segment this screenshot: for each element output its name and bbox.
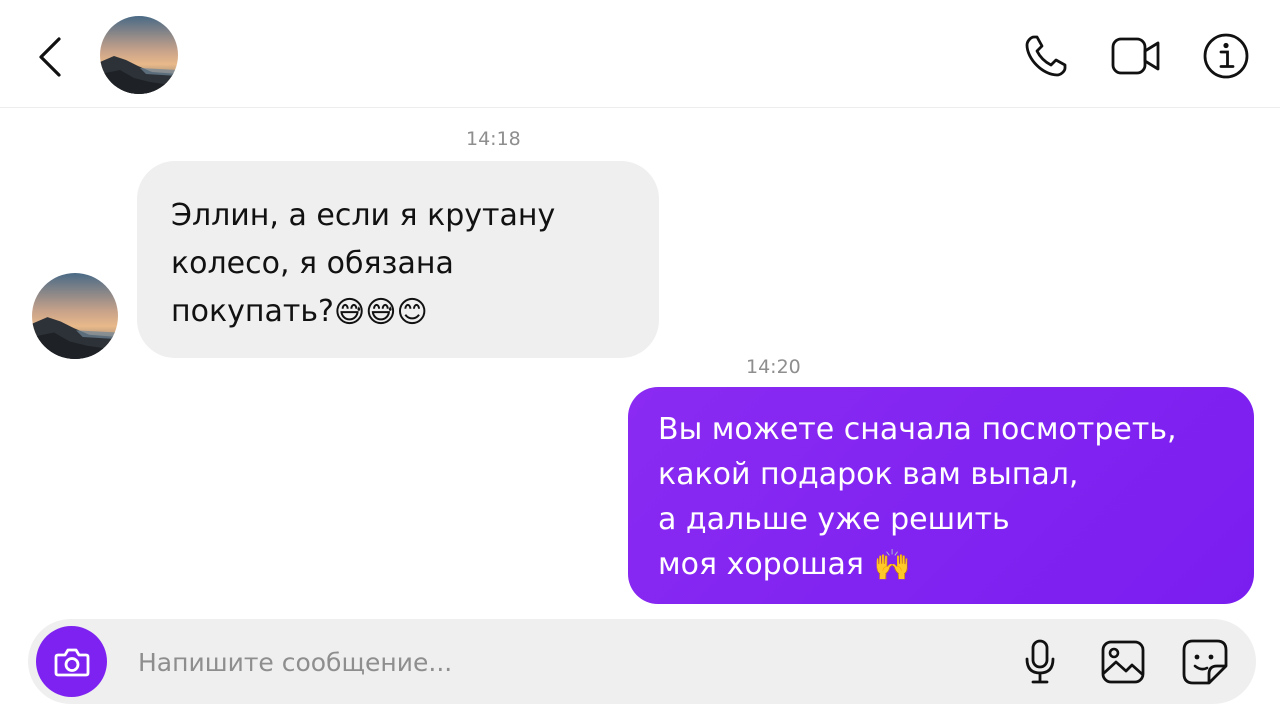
sweat-smile-emoji-icon: 😅 (365, 294, 397, 330)
message-composer (28, 619, 1256, 704)
sticker-button[interactable] (1180, 637, 1230, 687)
camera-button[interactable] (36, 626, 107, 697)
sender-avatar-image (32, 273, 118, 359)
sticker-icon (1182, 639, 1228, 685)
image-icon (1101, 640, 1145, 684)
message-text: Вы можете сначала посмотреть, какой пода… (658, 412, 1177, 582)
incoming-message-text: Эллин, а если я крутану колесо, я обязан… (171, 192, 625, 337)
video-call-button[interactable] (1110, 30, 1162, 82)
video-camera-icon (1111, 37, 1160, 75)
info-icon (1203, 33, 1249, 79)
call-button[interactable] (1020, 30, 1072, 82)
back-button[interactable] (28, 30, 72, 84)
microphone-icon (1025, 639, 1055, 684)
phone-icon (1025, 35, 1067, 77)
gallery-button[interactable] (1098, 637, 1148, 687)
voice-message-button[interactable] (1015, 637, 1065, 687)
outgoing-message-bubble[interactable]: Вы можете сначала посмотреть, какой пода… (628, 387, 1254, 604)
message-timestamp: 14:18 (466, 128, 521, 150)
message-timestamp: 14:20 (746, 356, 801, 378)
contact-avatar[interactable] (100, 16, 178, 94)
chevron-left-icon (39, 37, 61, 77)
raising-hands-emoji-icon: 🙌 (873, 548, 911, 583)
contact-avatar-image (100, 16, 178, 94)
smiling-face-emoji-icon: 😊 (396, 294, 428, 330)
info-button[interactable] (1200, 30, 1252, 82)
chat-header (0, 0, 1280, 108)
incoming-message-bubble[interactable]: Эллин, а если я крутану колесо, я обязан… (137, 161, 659, 358)
camera-icon (54, 648, 89, 676)
sweat-smile-emoji-icon: 😅 (333, 294, 366, 330)
message-input[interactable] (138, 639, 898, 685)
sender-avatar[interactable] (32, 273, 118, 359)
outgoing-message-text: Вы можете сначала посмотреть, какой пода… (658, 407, 1224, 588)
